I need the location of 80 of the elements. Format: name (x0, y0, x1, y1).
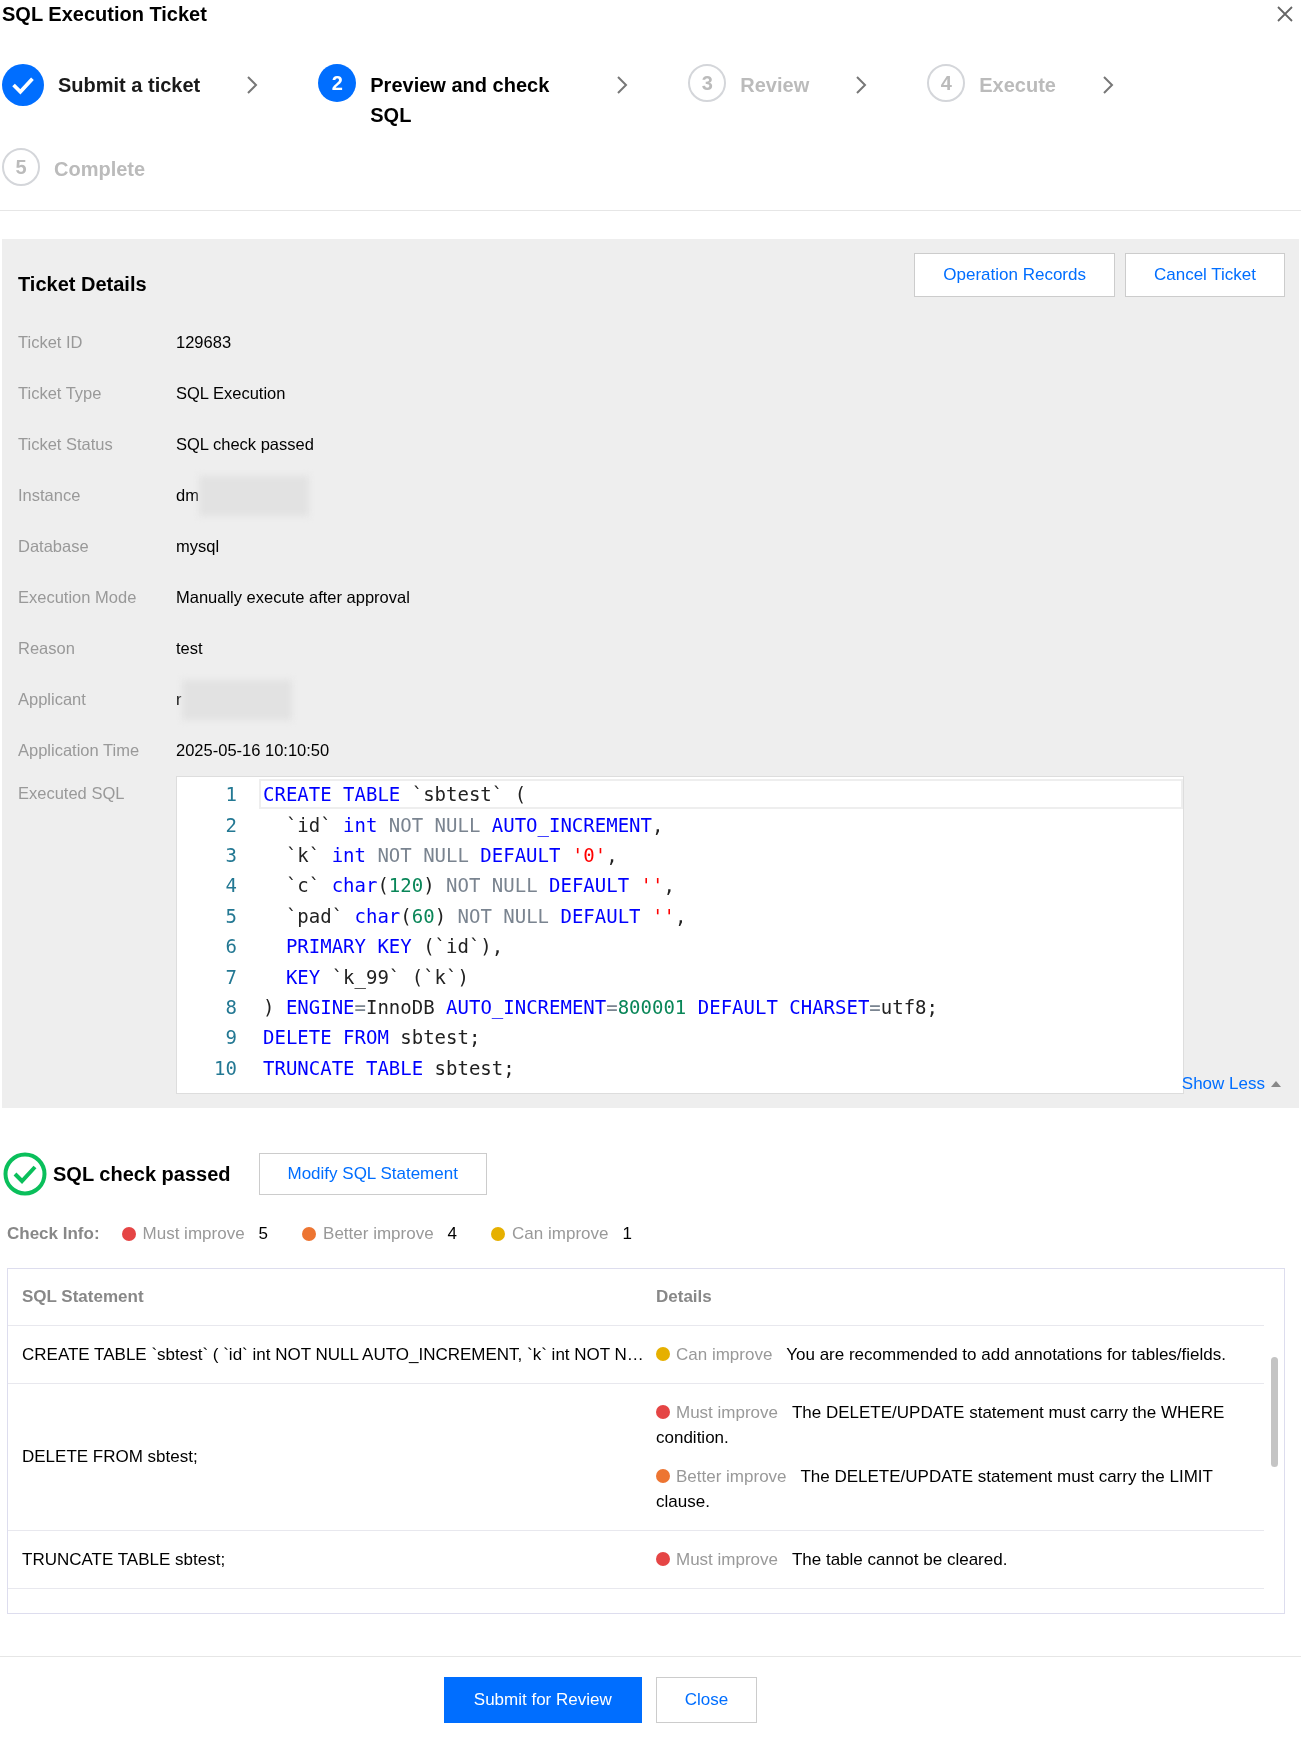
table-cell-text: CREATE TABLE `sbtest` ( `id` int NOT NULL AUTO_INCREMENT, `k` int NOT N… (21, 1344, 645, 1365)
field-label: Applicant (18, 690, 87, 709)
code-line: TRUNCATE TABLE sbtest; (262, 1055, 516, 1081)
field-value: Manually execute after approval (176, 588, 410, 607)
step-label: Execute (979, 73, 1056, 98)
step-label: Submit a ticket (58, 73, 201, 98)
line-number: 5 (224, 904, 237, 927)
show-less-link[interactable]: Show Less (1181, 1074, 1281, 1094)
field-value: SQL check passed (176, 435, 314, 454)
issue-text: Must improve The DELETE/UPDATE statement must carry the WHERE condition. (656, 1402, 1226, 1449)
field-value: dm (176, 486, 199, 505)
step-number: 5 (2, 148, 40, 186)
field-value: test (176, 639, 203, 658)
step-number: 3 (688, 64, 727, 102)
step-label: Review (740, 73, 810, 98)
issue-text: Can improve You are recommended to add annotations for tables/fields. (656, 1342, 1254, 1367)
column-header: Details (656, 1287, 713, 1307)
level-label: Can improve (512, 1224, 609, 1244)
scrollbar[interactable] (1271, 1357, 1278, 1467)
code-line: PRIMARY KEY (`id`), (284, 934, 505, 960)
chevron-right-icon (1101, 75, 1114, 95)
table-cell-text: TRUNCATE TABLE sbtest; (21, 1549, 227, 1570)
count: 5 (258, 1224, 269, 1244)
code-line: `id` int NOT NULL AUTO_INCREMENT, (284, 812, 665, 839)
column-header: SQL Statement (21, 1287, 145, 1307)
chevron-right-icon (855, 75, 868, 95)
chevron-right-icon (246, 75, 259, 95)
modify-button[interactable]: Modify SQL Statement (258, 1153, 487, 1195)
issue-text: Better improve The DELETE/UPDATE statement must carry the LIMIT clause. (656, 1466, 1214, 1513)
level-label: Better improve (323, 1224, 434, 1244)
field-label: Ticket Status (18, 435, 114, 454)
field-value: 129683 (176, 333, 232, 352)
field-value: r (176, 690, 182, 709)
field-label: Ticket ID (18, 333, 84, 352)
check-info-label: Check Info: (7, 1224, 100, 1244)
count: 4 (447, 1224, 458, 1244)
line-number: 8 (224, 995, 237, 1018)
code-line: KEY `k_99` (`k`) (284, 964, 470, 991)
code-editor[interactable] (176, 776, 1184, 1094)
table-cell-text: DELETE FROM sbtest; (21, 1447, 199, 1467)
field-label: Database (18, 537, 90, 556)
field-label: Execution Mode (18, 588, 138, 607)
submit-button[interactable]: Submit for Review (443, 1677, 642, 1723)
step-number: 4 (927, 64, 966, 102)
field-value: SQL Execution (176, 384, 286, 403)
chevron-right-icon (616, 75, 629, 95)
code-line: DELETE FROM sbtest; (262, 1025, 482, 1051)
caret-up-icon (1271, 1080, 1281, 1088)
code-line: `pad` char(60) NOT NULL DEFAULT '', (284, 903, 688, 929)
field-label: Executed SQL (18, 784, 126, 803)
step-number: 2 (318, 64, 357, 102)
close-icon[interactable] (1275, 4, 1295, 24)
action-button[interactable]: Cancel Ticket (1124, 253, 1285, 297)
line-number: 6 (224, 935, 237, 958)
field-label: Instance (18, 486, 82, 505)
line-number: 7 (224, 965, 237, 988)
code-line: ) ENGINE=InnoDB AUTO_INCREMENT=800001 DEFAULT CHARSET=utf8; (262, 994, 939, 1021)
step-label: Preview and check SQL (370, 73, 551, 128)
field-label: Ticket Type (18, 384, 103, 403)
code-line: `c` char(120) NOT NULL DEFAULT '', (284, 873, 676, 899)
action-button[interactable]: Operation Records (914, 253, 1115, 297)
line-number: 9 (224, 1026, 237, 1049)
step-label: Complete (54, 157, 146, 182)
code-line: `k` int NOT NULL DEFAULT '0', (284, 842, 619, 868)
line-number: 1 (224, 783, 237, 806)
line-number: 4 (224, 874, 237, 897)
field-value: 2025-05-16 10:10:50 (176, 741, 330, 760)
section-title: Ticket Details (18, 273, 147, 296)
field-label: Reason (18, 639, 76, 658)
line-number: 10 (213, 1056, 237, 1079)
count: 1 (622, 1224, 632, 1244)
field-label: Application Time (18, 741, 141, 760)
issue-text: Must improve The table cannot be cleared. (656, 1547, 1254, 1572)
window-title: SQL Execution Ticket (2, 2, 207, 26)
check-result: SQL check passed (53, 1162, 231, 1186)
level-label: Must improve (142, 1224, 245, 1244)
field-value: mysql (176, 537, 220, 556)
close-button[interactable]: Close (655, 1677, 758, 1723)
line-number: 3 (224, 843, 237, 866)
line-number: 2 (224, 813, 237, 836)
